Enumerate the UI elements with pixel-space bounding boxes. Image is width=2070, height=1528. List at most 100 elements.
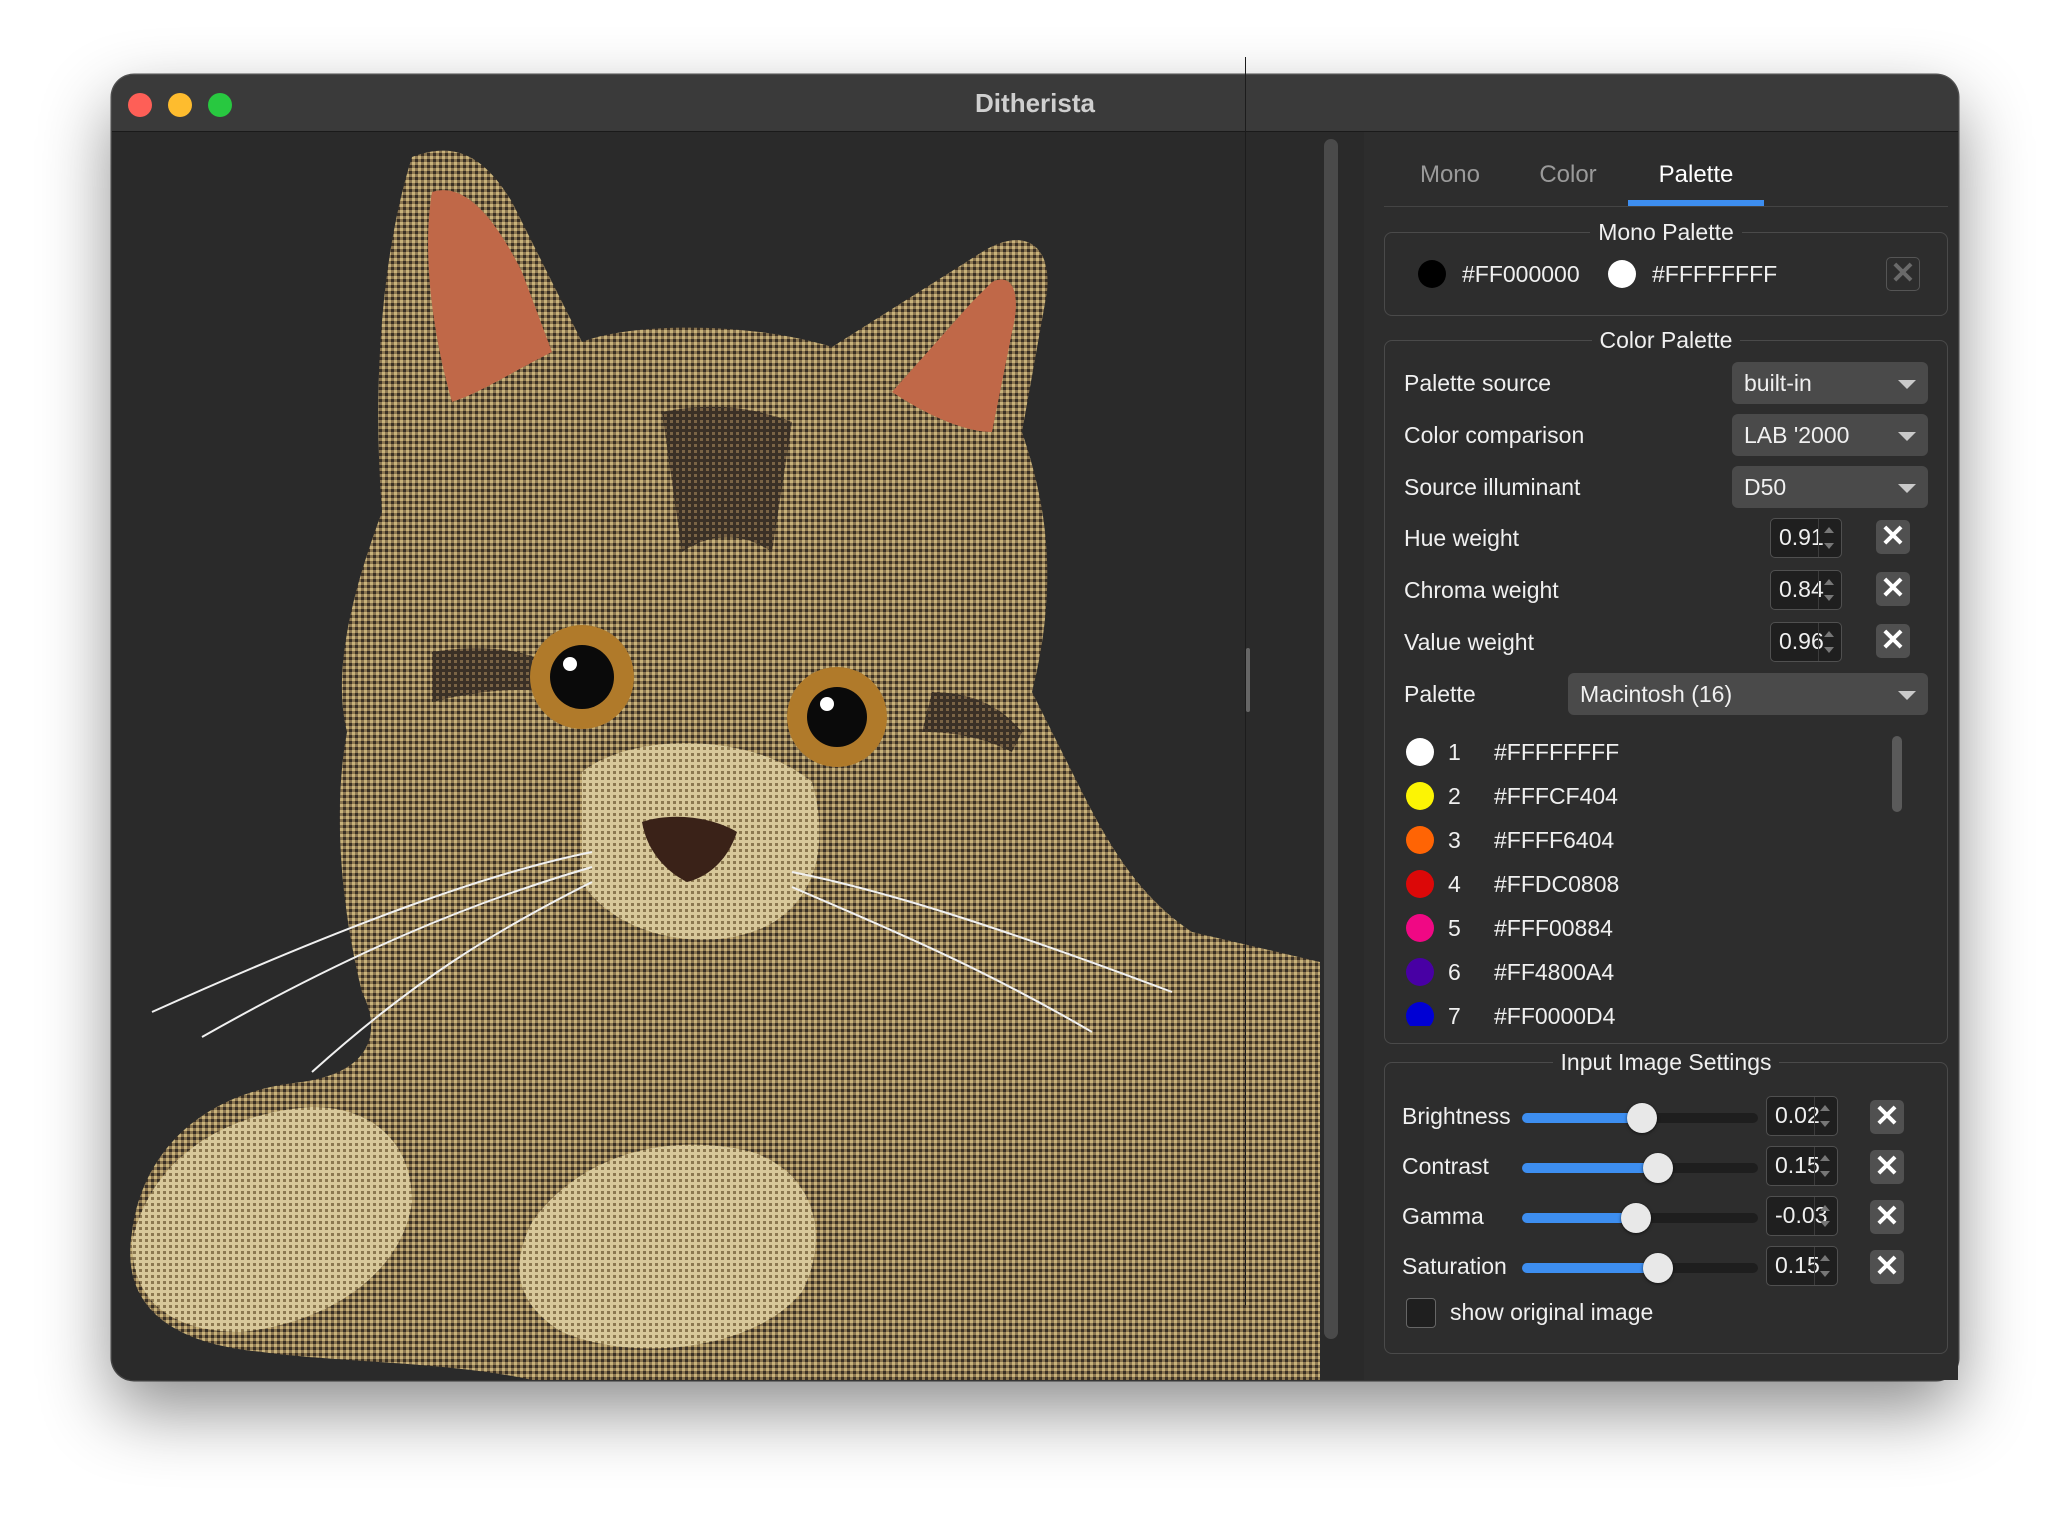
- window-title: Ditherista: [975, 88, 1095, 118]
- tab-palette[interactable]: Palette: [1628, 152, 1764, 202]
- contrast-label: Contrast: [1402, 1153, 1489, 1179]
- mono-palette-title: Mono Palette: [1590, 219, 1742, 245]
- color-index: 7: [1448, 1003, 1461, 1026]
- color-hex: #FFDC0808: [1494, 871, 1620, 897]
- color-hex: #FFFFFFFF: [1494, 739, 1620, 765]
- brightness-slider[interactable]: [1522, 1100, 1758, 1134]
- source-illuminant-dropdown[interactable]: D50: [1732, 466, 1928, 508]
- spin-arrows-icon[interactable]: [1818, 571, 1841, 609]
- color-index: 3: [1448, 827, 1461, 853]
- hue-weight-label: Hue weight: [1404, 525, 1520, 551]
- brightness-spinbox[interactable]: 0.02: [1766, 1096, 1838, 1136]
- palette-source-dropdown[interactable]: built-in: [1732, 362, 1928, 404]
- gamma-slider[interactable]: [1522, 1200, 1758, 1234]
- title-bar: Ditherista: [112, 75, 1958, 132]
- palette-label: Palette: [1404, 681, 1476, 707]
- saturation-label: Saturation: [1402, 1253, 1507, 1279]
- color-comparison-dropdown[interactable]: LAB '2000: [1732, 414, 1928, 456]
- color-swatch[interactable]: [1406, 870, 1434, 898]
- color-hex: #FF0000D4: [1494, 1003, 1616, 1026]
- contrast-spinbox[interactable]: 0.15: [1766, 1146, 1838, 1186]
- color-hex: #FF4800A4: [1494, 959, 1615, 985]
- color-index: 6: [1448, 959, 1461, 985]
- slider-knob[interactable]: [1627, 1103, 1658, 1133]
- list-item[interactable]: 4 #FFDC0808: [1398, 864, 1898, 904]
- dithered-cat-image: [130, 150, 1320, 1380]
- color-swatch[interactable]: [1406, 1002, 1434, 1026]
- color-swatch[interactable]: [1406, 782, 1434, 810]
- list-item[interactable]: 1 #FFFFFFFF: [1398, 732, 1898, 772]
- color-swatch[interactable]: [1406, 914, 1434, 942]
- color-index: 2: [1448, 783, 1461, 809]
- slider-knob[interactable]: [1642, 1253, 1673, 1283]
- chevron-down-icon: [1898, 484, 1916, 493]
- source-illuminant-label: Source illuminant: [1404, 474, 1581, 500]
- brightness-reset-button[interactable]: ✕: [1870, 1100, 1904, 1134]
- contrast-reset-button[interactable]: ✕: [1870, 1150, 1904, 1184]
- chroma-weight-label: Chroma weight: [1404, 577, 1559, 603]
- slider-fill: [1522, 1213, 1637, 1223]
- gamma-spinbox[interactable]: -0.03: [1766, 1196, 1838, 1236]
- color-index: 4: [1448, 871, 1461, 897]
- color-index: 5: [1448, 915, 1461, 941]
- value-weight-spinbox[interactable]: 0.96: [1770, 622, 1842, 662]
- input-image-settings-title: Input Image Settings: [1552, 1049, 1780, 1075]
- chevron-down-icon: [1898, 380, 1916, 389]
- color-comparison-value: LAB '2000: [1744, 422, 1850, 448]
- chevron-down-icon: [1898, 691, 1916, 700]
- chevron-down-icon: [1898, 432, 1916, 441]
- contrast-slider[interactable]: [1522, 1150, 1758, 1184]
- color-hex: #FFF00884: [1494, 915, 1613, 941]
- list-item[interactable]: 7 #FF0000D4: [1398, 996, 1898, 1026]
- palette-value: Macintosh (16): [1580, 681, 1733, 707]
- list-item[interactable]: 5 #FFF00884: [1398, 908, 1898, 948]
- spin-arrows-icon[interactable]: [1814, 1197, 1837, 1235]
- value-weight-reset-button[interactable]: ✕: [1876, 624, 1910, 658]
- show-original-label: show original image: [1450, 1299, 1654, 1325]
- chroma-weight-spinbox[interactable]: 0.84: [1770, 570, 1842, 610]
- color-comparison-label: Color comparison: [1404, 422, 1585, 448]
- spin-arrows-icon[interactable]: [1814, 1247, 1837, 1285]
- show-original-checkbox[interactable]: [1406, 1298, 1436, 1328]
- slider-knob[interactable]: [1642, 1153, 1673, 1183]
- tab-divider: [1384, 206, 1948, 207]
- image-canvas[interactable]: [112, 132, 1320, 1380]
- saturation-reset-button[interactable]: ✕: [1870, 1250, 1904, 1284]
- palette-source-value: built-in: [1744, 370, 1812, 396]
- mono-color-swatch-black[interactable]: [1418, 260, 1446, 288]
- mono-color-hex-black: #FF000000: [1462, 261, 1580, 287]
- color-swatch[interactable]: [1406, 826, 1434, 854]
- chroma-weight-reset-button[interactable]: ✕: [1876, 572, 1910, 606]
- mono-palette-reset-button[interactable]: ✕: [1886, 257, 1920, 291]
- spin-arrows-icon[interactable]: [1814, 1097, 1837, 1135]
- color-palette-title: Color Palette: [1591, 327, 1741, 353]
- saturation-spinbox[interactable]: 0.15: [1766, 1246, 1838, 1286]
- tab-mono[interactable]: Mono: [1395, 152, 1505, 202]
- saturation-slider[interactable]: [1522, 1250, 1758, 1284]
- palette-list-scrollbar[interactable]: [1892, 736, 1902, 812]
- canvas-vertical-scrollbar[interactable]: [1324, 139, 1338, 1339]
- gamma-reset-button[interactable]: ✕: [1870, 1200, 1904, 1234]
- color-hex: #FFFCF404: [1494, 783, 1618, 809]
- slider-fill: [1522, 1263, 1658, 1273]
- splitter-handle[interactable]: [1246, 648, 1250, 712]
- color-swatch[interactable]: [1406, 738, 1434, 766]
- spin-arrows-icon[interactable]: [1814, 1147, 1837, 1185]
- gamma-label: Gamma: [1402, 1203, 1484, 1229]
- list-item[interactable]: 2 #FFFCF404: [1398, 776, 1898, 816]
- hue-weight-spinbox[interactable]: 0.91: [1770, 518, 1842, 558]
- spin-arrows-icon[interactable]: [1818, 519, 1841, 557]
- spin-arrows-icon[interactable]: [1818, 623, 1841, 661]
- list-item[interactable]: 6 #FF4800A4: [1398, 952, 1898, 992]
- slider-knob[interactable]: [1621, 1203, 1652, 1233]
- palette-color-list[interactable]: 1 #FFFFFFFF 2 #FFFCF404 3 #FFFF6404 4 #F…: [1398, 730, 1918, 1026]
- slider-fill: [1522, 1163, 1658, 1173]
- list-item[interactable]: 3 #FFFF6404: [1398, 820, 1898, 860]
- hue-weight-reset-button[interactable]: ✕: [1876, 520, 1910, 554]
- color-swatch[interactable]: [1406, 958, 1434, 986]
- mono-color-swatch-white[interactable]: [1608, 260, 1636, 288]
- palette-dropdown[interactable]: Macintosh (16): [1568, 673, 1928, 715]
- tab-color[interactable]: Color: [1518, 152, 1618, 202]
- mono-color-hex-white: #FFFFFFFF: [1652, 261, 1778, 287]
- color-hex: #FFFF6404: [1494, 827, 1615, 853]
